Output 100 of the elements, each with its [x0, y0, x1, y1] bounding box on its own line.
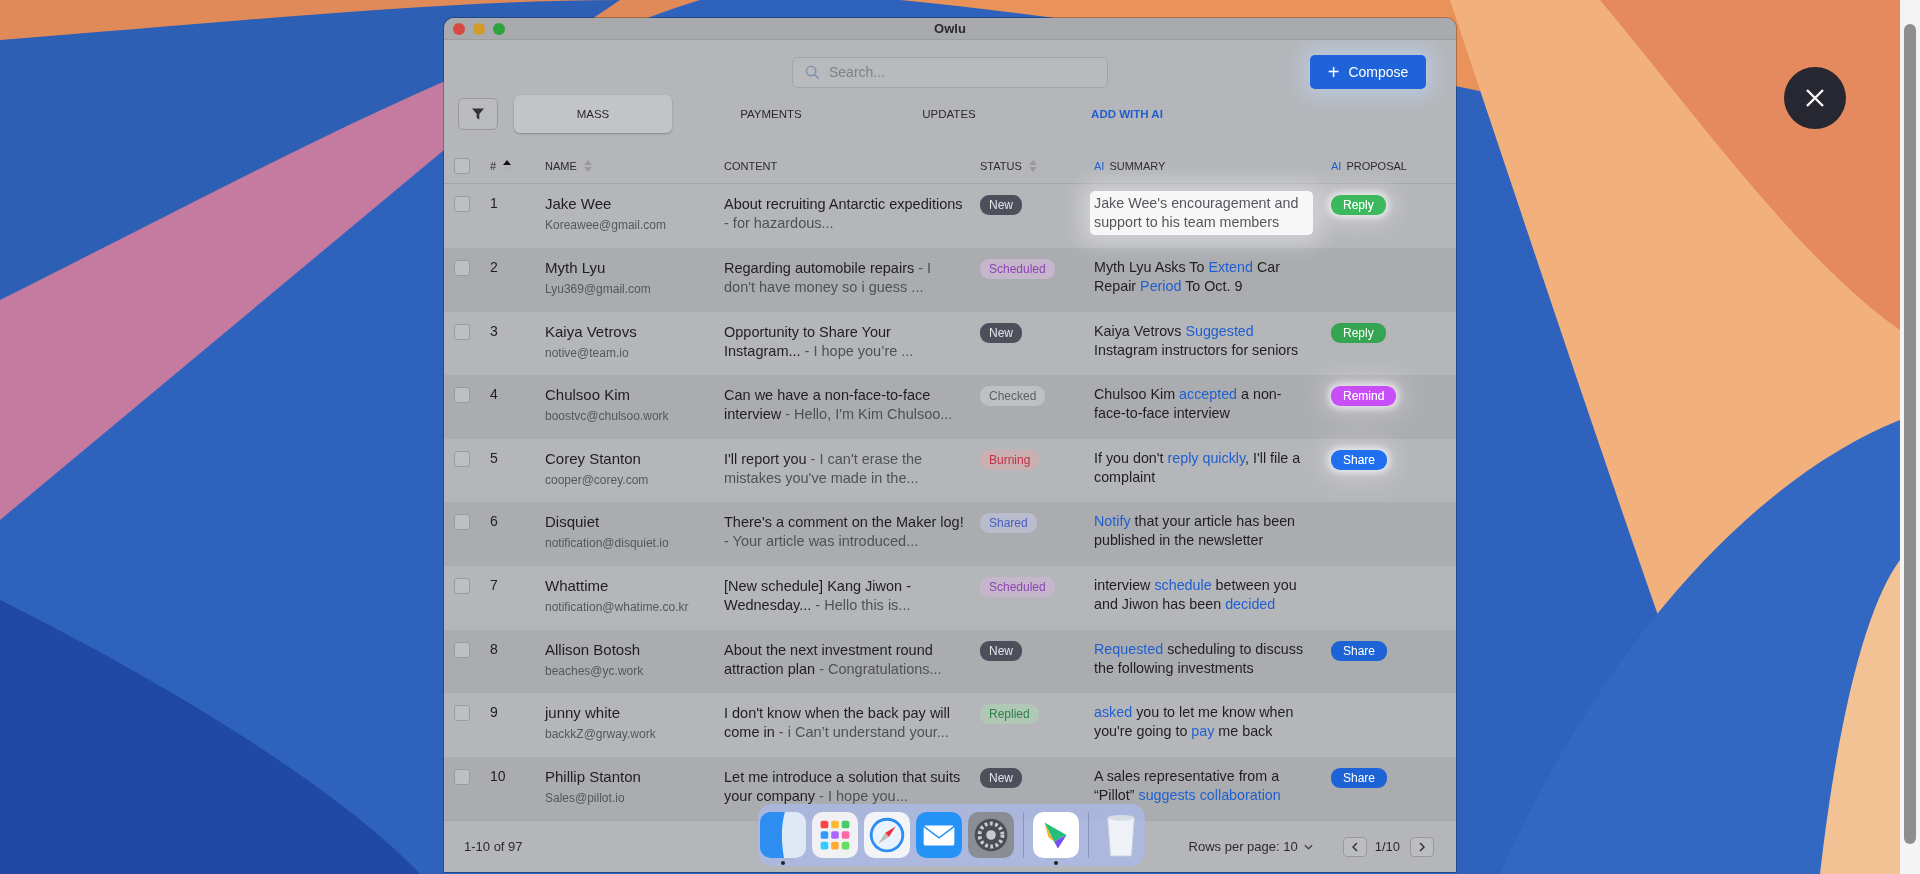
rows-per-page-dropdown[interactable]: Rows per page: 10: [1182, 838, 1319, 856]
column-header: CONTENT: [724, 160, 778, 173]
ai-summary: asked you to let me know when you're going to pay me back: [1093, 703, 1295, 742]
sender-email: notification@disquiet.io: [545, 536, 670, 551]
sender-email: Lyu369@gmail.com: [545, 282, 652, 296]
proposal-button[interactable]: Share: [1331, 449, 1388, 470]
page-indicator: 1/10: [1374, 839, 1400, 855]
sender-email: Sales@pillot.io: [545, 790, 626, 805]
message-preview: I'll report you - I can't erase the mistakes you've made in the...: [724, 449, 924, 488]
status-tag: Scheduled: [980, 259, 1055, 279]
tab[interactable]: PAYMENTS: [692, 95, 850, 134]
add-with-ai-button[interactable]: ADD WITH AI: [1048, 95, 1206, 134]
sender-email: boostvc@chulsoo.work: [545, 409, 670, 424]
row-number: 7: [490, 577, 499, 593]
message-preview: Can we have a non-face-to-face interview - Hello, I'm Kim Chulsoo...: [724, 386, 954, 425]
sender-name: Corey Stanton: [545, 449, 642, 467]
ai-summary: A sales representative from a “Pillot” suggests collaboration: [1093, 766, 1282, 805]
previous-page-button[interactable]: [1342, 836, 1367, 857]
column-header: PROPOSAL: [1346, 160, 1407, 173]
sender-name: Whattime: [545, 577, 610, 594]
status-tag: Burning: [980, 449, 1040, 470]
split-square-icon[interactable]: [759, 812, 806, 858]
status-tag: Replied: [980, 704, 1039, 725]
ai-summary: Myth Lyu Asks To Extend Car Repair Period To Oct. 9: [1093, 258, 1281, 296]
close-icon: [1805, 88, 1825, 108]
ai-summary: Kaiya Vetrovs Suggested Instagram instructors for seniors: [1093, 321, 1300, 360]
select-all-checkbox[interactable]: [454, 158, 470, 175]
status-tag: New: [980, 195, 1022, 216]
message-preview: [New schedule] Kang Jiwon - Wednesday... - Hello this is...: [724, 577, 912, 615]
row-checkbox[interactable]: [454, 578, 470, 594]
sender-name: Disquiet: [545, 513, 601, 531]
status-tag: Shared: [980, 513, 1037, 534]
window-zoom-button[interactable]: [493, 22, 505, 35]
row-number: 1: [490, 195, 499, 212]
chevron-right-icon: [1419, 841, 1425, 852]
row-checkbox[interactable]: [454, 768, 470, 785]
row-checkbox[interactable]: [454, 196, 470, 213]
app-grid-icon[interactable]: [811, 812, 858, 858]
ai-summary: interview schedule between you and Jiwon has been decided: [1093, 576, 1298, 614]
compass-icon[interactable]: [863, 812, 910, 858]
gear-icon[interactable]: [967, 812, 1014, 858]
status-tag: New: [980, 322, 1022, 343]
sender-name: Jake Wee: [545, 195, 613, 213]
sender-name: Myth Lyu: [545, 259, 607, 276]
window-close-button[interactable]: [453, 22, 465, 35]
sender-email: notification@whatime.co.kr: [545, 600, 690, 614]
ai-label: AI: [1094, 160, 1105, 173]
sender-email: cooper@corey.com: [545, 472, 650, 487]
status-tag: New: [980, 640, 1022, 661]
message-preview: About the next investment round attraction plan - Congratulations...: [724, 640, 943, 679]
scrollbar[interactable]: [1900, 0, 1920, 874]
proposal-button[interactable]: Share: [1331, 767, 1388, 788]
row-number: 5: [490, 449, 499, 466]
ai-summary: Notify that your article has been published in the newsletter: [1093, 512, 1297, 551]
column-header[interactable]: STATUS: [980, 160, 1022, 173]
sender-email: beaches@yc.work: [545, 663, 645, 678]
row-checkbox[interactable]: [454, 450, 470, 467]
sender-name: junny white: [545, 704, 622, 722]
row-checkbox[interactable]: [454, 260, 470, 276]
row-checkbox[interactable]: [454, 641, 470, 658]
status-tag: New: [980, 767, 1022, 788]
proposal-button[interactable]: Share: [1331, 640, 1388, 661]
message-preview: Regarding automobile repairs - I don't have money so i guess ...: [724, 259, 933, 297]
window-title: Owlu: [934, 21, 966, 36]
ai-summary: Jake Wee's encouragement and support to his team members: [1090, 191, 1313, 236]
row-number: 9: [490, 704, 499, 721]
column-header[interactable]: NAME: [545, 160, 577, 173]
proposal-button[interactable]: Remind: [1331, 386, 1397, 407]
row-number: 3: [490, 322, 499, 339]
filter-button[interactable]: [458, 98, 498, 131]
search-icon: [805, 64, 820, 80]
compose-button[interactable]: + Compose: [1310, 55, 1426, 90]
message-preview: I don't know when the back pay will come in - i Can’t understand your...: [724, 704, 952, 743]
row-checkbox[interactable]: [454, 387, 470, 404]
sender-email: backkZ@grway.work: [545, 727, 657, 742]
sender-name: Phillip Stanton: [545, 767, 642, 785]
column-header: SUMMARY: [1109, 160, 1166, 173]
ai-summary: Requested scheduling to discuss the following investments: [1093, 639, 1305, 678]
status-tag: Checked: [980, 386, 1046, 407]
row-number: 2: [490, 259, 499, 275]
column-header[interactable]: #: [490, 160, 497, 173]
message-preview: About recruiting Antarctic expeditions - for hazardous...: [724, 195, 964, 234]
row-checkbox[interactable]: [454, 323, 470, 340]
row-number: 10: [490, 767, 507, 784]
message-preview: There's a comment on the Maker log! - Your article was introduced...: [724, 513, 964, 552]
search-field[interactable]: Search...: [792, 56, 1108, 88]
row-checkbox[interactable]: [454, 514, 470, 531]
next-page-button[interactable]: [1410, 836, 1434, 857]
tab[interactable]: MASS: [514, 95, 672, 134]
sender-name: Allison Botosh: [545, 640, 642, 658]
envelope-icon[interactable]: [915, 812, 962, 858]
arrow-logo-icon[interactable]: [1032, 812, 1079, 858]
row-number: 8: [490, 640, 499, 657]
window-minimize-button[interactable]: [473, 22, 485, 35]
tab[interactable]: UPDATES: [870, 95, 1028, 134]
filter-icon: [471, 107, 485, 122]
row-checkbox[interactable]: [454, 705, 470, 722]
ai-summary: If you don't reply quickly, I'll file a complaint: [1093, 448, 1302, 487]
proposal-button[interactable]: Reply: [1331, 322, 1386, 343]
ai-summary: Chulsoo Kim accepted a non-face-to-face interview: [1093, 385, 1283, 424]
